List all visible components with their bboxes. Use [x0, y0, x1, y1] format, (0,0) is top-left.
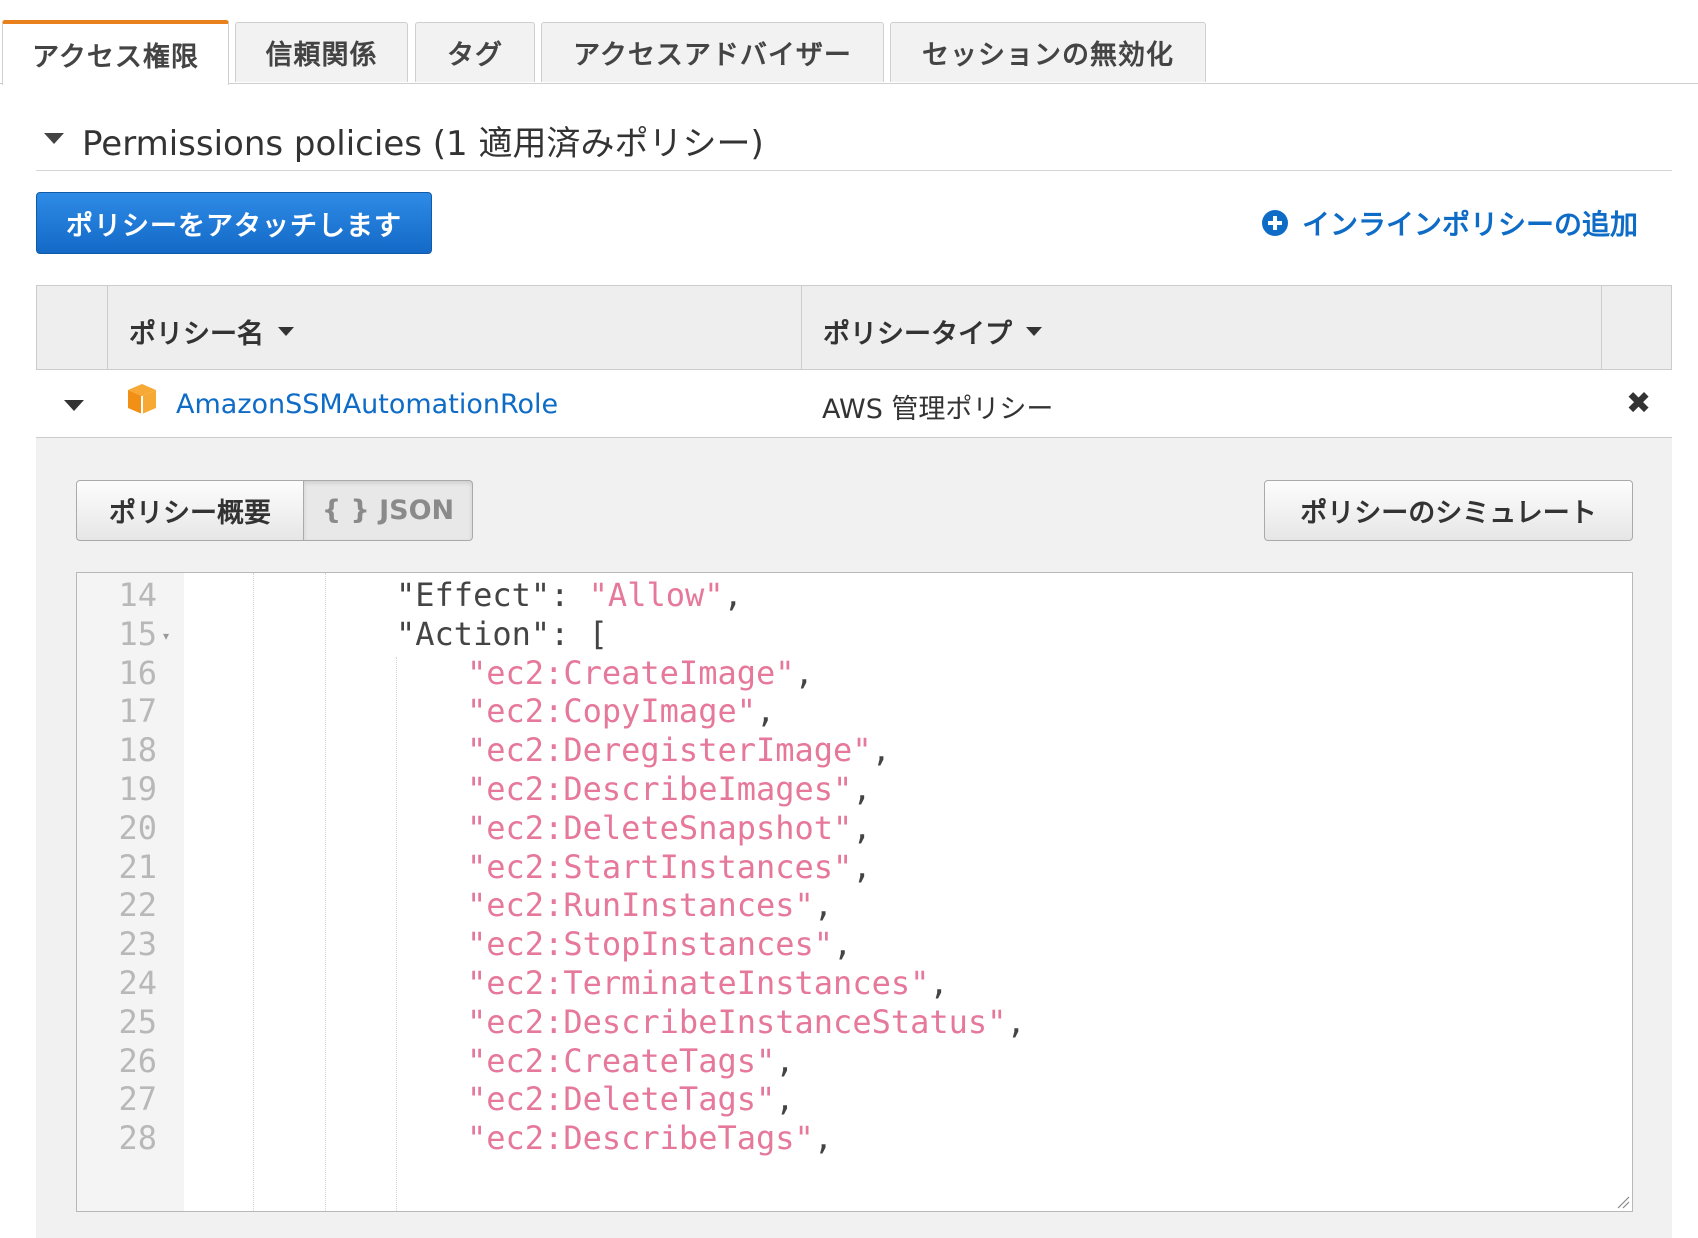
line-number: 25 — [118, 1002, 157, 1041]
code-line: "ec2:DeregisterImage", — [467, 731, 891, 770]
policy-type-cell: AWS 管理ポリシー — [822, 394, 1054, 425]
code-line: "ec2:CopyImage", — [467, 692, 776, 731]
plus-circle-icon — [1262, 210, 1288, 236]
add-inline-policy-label: インラインポリシーの追加 — [1302, 208, 1639, 241]
code-line: "ec2:DeleteTags", — [467, 1080, 795, 1119]
code-line: "Action": [ — [396, 614, 608, 653]
resize-handle-icon[interactable] — [1616, 1195, 1630, 1209]
line-number: 20 — [118, 808, 157, 847]
column-policy-type-label: ポリシータイプ — [823, 319, 1012, 350]
line-number: 24 — [118, 964, 157, 1002]
simulate-policy-button[interactable]: ポリシーのシミュレート — [1264, 480, 1633, 541]
tab-permissions[interactable]: アクセス権限 — [2, 20, 229, 85]
json-view-button[interactable]: { } JSON — [304, 480, 473, 541]
code-line: "ec2:DeleteSnapshot", — [467, 808, 872, 847]
code-line: "ec2:DescribeImages", — [467, 770, 872, 808]
column-policy-name-label: ポリシー名 — [129, 319, 264, 350]
code-line: "Effect": "Allow", — [396, 576, 743, 614]
line-number: 19 — [118, 770, 157, 808]
line-number: 23 — [118, 925, 157, 964]
tab-trust-relationships[interactable]: 信頼関係 — [235, 22, 408, 82]
detach-close-icon[interactable]: ✖ — [1626, 386, 1651, 421]
table-row: AmazonSSMAutomationRole AWS 管理ポリシー ✖ — [36, 370, 1672, 438]
tab-access-advisor[interactable]: アクセスアドバイザー — [541, 22, 884, 82]
line-number: 26 — [118, 1041, 157, 1080]
code-line: "ec2:TerminateInstances", — [467, 964, 949, 1002]
permissions-policies-header[interactable]: Permissions policies (1 適用済みポリシー) — [36, 108, 1672, 171]
policy-name-link[interactable]: AmazonSSMAutomationRole — [176, 389, 558, 420]
aws-managed-policy-box-icon — [128, 384, 156, 414]
policy-summary-button[interactable]: ポリシー概要 — [76, 480, 304, 541]
tab-bar: アクセス権限 信頼関係 タグ アクセスアドバイザー セッションの無効化 — [0, 20, 1698, 85]
collapse-caret-icon[interactable] — [44, 133, 64, 144]
code-line: "ec2:DescribeTags", — [467, 1119, 834, 1158]
add-inline-policy-link[interactable]: インラインポリシーの追加 — [1262, 203, 1638, 243]
line-number: 14 — [118, 576, 157, 614]
column-policy-type[interactable]: ポリシータイプ — [823, 312, 1042, 351]
tab-revoke-sessions[interactable]: セッションの無効化 — [890, 22, 1206, 82]
attach-policies-button[interactable]: ポリシーをアタッチします — [36, 192, 432, 254]
code-line: "ec2:RunInstances", — [467, 886, 834, 925]
line-number: 27 — [118, 1080, 157, 1119]
sort-caret-icon — [1026, 327, 1042, 336]
code-line: "ec2:CreateImage", — [467, 653, 814, 692]
policy-detail-panel: ポリシー概要 { } JSON ポリシーのシミュレート "Effect": "A… — [36, 438, 1672, 1238]
code-line: "ec2:DescribeInstanceStatus", — [467, 1002, 1026, 1041]
line-number: 22 — [118, 886, 157, 925]
line-number: 28 — [118, 1119, 157, 1158]
policy-table-header: ポリシー名 ポリシータイプ — [36, 285, 1672, 370]
column-policy-name[interactable]: ポリシー名 — [129, 312, 294, 351]
code-line: "ec2:StartInstances", — [467, 847, 872, 886]
tab-tags[interactable]: タグ — [415, 22, 535, 82]
fold-arrow-icon[interactable]: ▾ — [163, 629, 169, 643]
code-line: "ec2:StopInstances", — [467, 925, 853, 964]
line-number: 18 — [118, 731, 157, 770]
line-number: 17 — [118, 692, 157, 731]
section-title: Permissions policies (1 適用済みポリシー) — [82, 124, 764, 164]
line-number: 15 — [118, 614, 157, 653]
line-number: 21 — [118, 847, 157, 886]
view-toggle: ポリシー概要 { } JSON — [76, 480, 473, 541]
json-code-editor[interactable]: "Effect": "Allow", "Action": ["ec2:Create… — [76, 572, 1633, 1212]
line-number: 16 — [118, 653, 157, 692]
code-line: "ec2:CreateTags", — [467, 1041, 795, 1080]
sort-caret-icon — [278, 327, 294, 336]
expand-row-caret-icon[interactable] — [64, 400, 84, 411]
